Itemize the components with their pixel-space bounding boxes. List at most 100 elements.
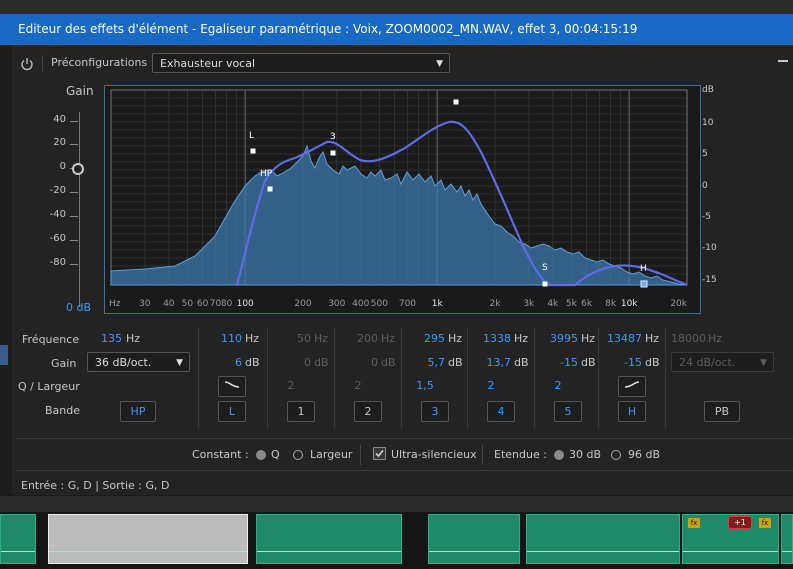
- dialog-title-bar[interactable]: Editeur des effets d'élément - Egaliseur…: [0, 14, 793, 45]
- audio-clip[interactable]: [781, 514, 793, 564]
- band-h-handle[interactable]: [640, 280, 648, 288]
- range-label: Etendue :: [494, 448, 547, 461]
- audio-clip-selected[interactable]: [48, 514, 248, 564]
- band-1-frequency[interactable]: 50: [271, 332, 311, 345]
- band-5-frequency-unit: Hz: [581, 332, 596, 345]
- audio-clip[interactable]: [0, 514, 36, 564]
- band-l-frequency[interactable]: 110: [202, 332, 242, 345]
- lp-slope-dropdown[interactable]: 24 dB/oct. ▼: [671, 352, 774, 372]
- options-divider: [482, 445, 483, 465]
- gain-row-label: Gain: [51, 357, 77, 370]
- volume-rubber-band[interactable]: [527, 551, 679, 552]
- band-4-handle[interactable]: [453, 99, 459, 105]
- gain-tick-label: -20: [49, 185, 66, 196]
- volume-rubber-band[interactable]: [782, 551, 792, 552]
- constant-q-radio[interactable]: [256, 450, 266, 460]
- lp-frequency[interactable]: 18000: [668, 332, 706, 345]
- presets-dropdown[interactable]: Exhausteur vocal ▼: [152, 53, 450, 73]
- band-button-l[interactable]: L: [218, 401, 246, 422]
- volume-rubber-band[interactable]: [683, 551, 778, 552]
- band-l-graph-label: L: [249, 131, 254, 141]
- band-4-gain[interactable]: 13,7: [471, 356, 512, 369]
- ultra-quiet-checkbox[interactable]: [373, 447, 386, 460]
- band-3-q[interactable]: 1,5: [405, 379, 445, 392]
- audio-clip[interactable]: [256, 514, 402, 564]
- band-button-h[interactable]: H: [618, 401, 646, 422]
- audio-clip[interactable]: [526, 514, 680, 564]
- high-shelf-shape-button[interactable]: [618, 376, 646, 397]
- band-1-gain-unit: dB: [314, 356, 329, 369]
- chevron-down-icon: ▼: [760, 358, 767, 368]
- frequency-tick-label: 70: [210, 299, 222, 309]
- band-4-frequency-unit: Hz: [514, 332, 529, 345]
- band-4-gain-unit: dB: [514, 356, 529, 369]
- band-3-frequency-unit: Hz: [448, 332, 463, 345]
- band-5-gain[interactable]: -15: [538, 356, 578, 369]
- band-button-3[interactable]: 3: [421, 401, 449, 422]
- presets-value: Exhausteur vocal: [160, 57, 256, 70]
- frequency-tick-label: 80: [221, 299, 233, 309]
- band-5-q[interactable]: 2: [538, 379, 578, 392]
- band-2-frequency-unit: Hz: [381, 332, 396, 345]
- gain-readout: 0 dB: [66, 301, 91, 314]
- band-h-gain[interactable]: -15: [602, 356, 642, 369]
- band-button-pb[interactable]: PB: [704, 401, 740, 422]
- gain-slider-track[interactable]: [79, 112, 80, 307]
- hp-slope-dropdown[interactable]: 36 dB/oct. ▼: [87, 352, 190, 372]
- band-button-hp[interactable]: HP: [120, 401, 156, 422]
- band-1-gain[interactable]: 0: [271, 356, 311, 369]
- band-2-gain[interactable]: 0: [338, 356, 378, 369]
- frequency-tick-label: 400: [352, 299, 369, 309]
- presets-label: Préconfigurations :: [51, 56, 155, 69]
- fx-badge-icon[interactable]: fx: [759, 518, 771, 528]
- low-shelf-shape-button[interactable]: [218, 376, 246, 397]
- band-hp-handle[interactable]: [267, 186, 273, 192]
- volume-rubber-band[interactable]: [429, 551, 519, 552]
- hp-frequency[interactable]: 135: [92, 332, 122, 345]
- range-30-radio[interactable]: [554, 450, 564, 460]
- hp-frequency-unit: Hz: [126, 332, 141, 345]
- eq-graph[interactable]: L 3 HP S H Hz 30 40 50 60 70 80 100 200 300 400 500 700 1…: [104, 85, 701, 314]
- band-button-1[interactable]: 1: [287, 401, 315, 422]
- lp-slope-value: 24 dB/oct.: [679, 356, 736, 369]
- band-l-handle[interactable]: [250, 148, 256, 154]
- band-3-gain[interactable]: 5,7: [405, 356, 446, 369]
- band-button-5[interactable]: 5: [554, 401, 582, 422]
- volume-rubber-band[interactable]: [49, 551, 247, 552]
- band-1-q[interactable]: 2: [271, 379, 311, 392]
- band-button-4[interactable]: 4: [487, 401, 515, 422]
- frequency-tick-label: 40: [163, 299, 175, 309]
- band-5-frequency[interactable]: 3995: [538, 332, 578, 345]
- constant-q-label: Q: [271, 448, 280, 461]
- gain-tick-mark: [70, 264, 78, 265]
- eq-graph-canvas[interactable]: L 3 HP S H Hz 30 40 50 60 70 80 100 200 300 400 500 700 1…: [105, 86, 700, 313]
- power-icon[interactable]: [18, 55, 36, 73]
- band-2-q[interactable]: 2: [338, 379, 378, 392]
- volume-rubber-band[interactable]: [257, 551, 401, 552]
- panel-menu-icon[interactable]: [778, 60, 788, 62]
- volume-rubber-band[interactable]: [1, 551, 35, 552]
- band-h-frequency[interactable]: 13487: [602, 332, 642, 345]
- band-4-frequency[interactable]: 1338: [471, 332, 511, 345]
- gain-tick-label: 0: [59, 161, 66, 172]
- q-row-label: Q / Largeur: [18, 380, 80, 393]
- range-96-radio[interactable]: [611, 450, 621, 460]
- band-button-2[interactable]: 2: [354, 401, 382, 422]
- band-3-frequency[interactable]: 295: [405, 332, 445, 345]
- frequency-tick-label: Hz: [109, 299, 121, 309]
- band-4-q[interactable]: 2: [471, 379, 511, 392]
- fx-badge-icon[interactable]: fx: [688, 518, 700, 528]
- band-3-handle[interactable]: [330, 150, 336, 156]
- audio-clip[interactable]: [428, 514, 520, 564]
- chevron-down-icon: ▼: [436, 59, 443, 69]
- gain-slider-handle[interactable]: [72, 163, 84, 175]
- chevron-down-icon: ▼: [176, 358, 183, 368]
- band-5-handle[interactable]: [542, 281, 548, 287]
- band-5-graph-label: S: [542, 263, 548, 273]
- band-2-frequency[interactable]: 200: [338, 332, 378, 345]
- constant-width-radio[interactable]: [293, 450, 303, 460]
- constant-label: Constant :: [192, 448, 249, 461]
- gain-tick-label: -60: [49, 233, 66, 244]
- clip-count-badge[interactable]: +1: [728, 516, 752, 529]
- band-l-gain[interactable]: 6: [202, 356, 242, 369]
